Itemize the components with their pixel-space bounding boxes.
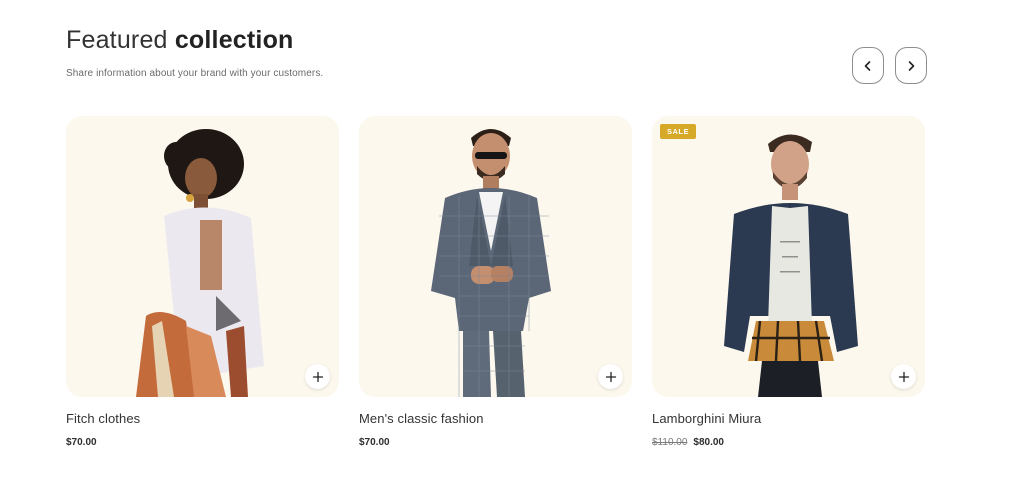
carousel-next-button[interactable] xyxy=(895,47,927,84)
sale-badge: SALE xyxy=(660,124,697,139)
product-price-original: $110.00 xyxy=(652,437,688,448)
plus-icon xyxy=(898,371,909,382)
product-image-woman xyxy=(136,129,264,397)
section-header: Featured collection Share information ab… xyxy=(66,26,323,79)
product-card[interactable]: Men's classic fashion $70.00 xyxy=(359,116,632,448)
plus-icon xyxy=(605,371,616,382)
carousel-prev-button[interactable] xyxy=(852,47,884,84)
product-image-container[interactable]: SALE xyxy=(652,116,925,397)
section-subtitle: Share information about your brand with … xyxy=(66,68,324,79)
section-title-regular: Featured xyxy=(66,26,168,54)
product-price: $70.00 xyxy=(359,437,632,448)
product-price: $110.00 $80.00 xyxy=(652,437,925,448)
product-image-man-suit xyxy=(431,129,551,397)
product-price-current: $80.00 xyxy=(693,437,724,448)
product-price-current: $70.00 xyxy=(359,437,390,448)
product-card[interactable]: Fitch clothes $70.00 xyxy=(66,116,339,448)
chevron-right-icon xyxy=(908,60,915,71)
product-price: $70.00 xyxy=(66,437,339,448)
add-to-cart-button[interactable] xyxy=(598,364,623,389)
product-title[interactable]: Fitch clothes xyxy=(66,411,339,426)
product-title[interactable]: Men's classic fashion xyxy=(359,411,632,426)
product-title[interactable]: Lamborghini Miura xyxy=(652,411,925,426)
add-to-cart-button[interactable] xyxy=(305,364,330,389)
section-title-bold: collection xyxy=(174,26,294,54)
product-image-container[interactable] xyxy=(66,116,339,397)
product-price-current: $70.00 xyxy=(66,437,97,448)
product-card[interactable]: SALE Lamborghini Miura $110.00 $80.00 xyxy=(652,116,925,448)
chevron-left-icon xyxy=(864,60,871,71)
product-image-man-denim xyxy=(724,134,858,397)
plus-icon xyxy=(312,371,323,382)
product-image-container[interactable] xyxy=(359,116,632,397)
section-title: Featured collection xyxy=(66,26,323,55)
add-to-cart-button[interactable] xyxy=(891,364,916,389)
